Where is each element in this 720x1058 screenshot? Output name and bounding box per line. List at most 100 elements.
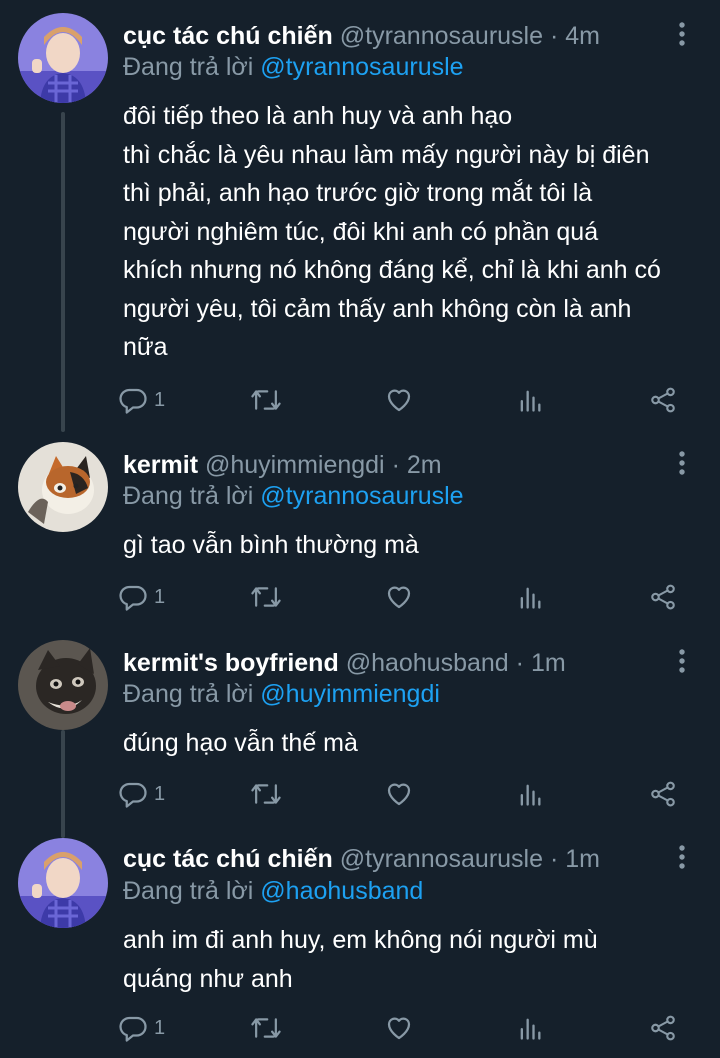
mention-link[interactable]: @tyrannosaurusle	[260, 53, 463, 81]
tweet-header: kermit @huyimmiengdi · 2m	[123, 449, 442, 481]
like-button[interactable]	[384, 774, 414, 814]
replying-to: Đang trả lời @tyrannosaurusle	[123, 51, 464, 83]
reply-button[interactable]: 1	[118, 577, 165, 617]
like-button[interactable]	[384, 577, 414, 617]
tweet[interactable]: cục tác chú chiến @tyrannosaurusle · 4m …	[0, 0, 720, 432]
reply-thread: cục tác chú chiến @tyrannosaurusle · 4m …	[0, 0, 720, 1058]
share-icon	[651, 1015, 675, 1041]
analytics-button[interactable]	[516, 577, 544, 617]
display-name[interactable]: kermit	[123, 451, 198, 479]
reply-icon	[119, 782, 147, 808]
analytics-icon	[520, 390, 541, 412]
more-icon	[679, 451, 685, 475]
share-icon	[651, 387, 675, 413]
avatar[interactable]	[18, 640, 108, 730]
tweet-text-line: anh im đi anh huy, em không nói người mù	[123, 926, 598, 954]
share-icon	[651, 781, 675, 807]
timestamp[interactable]: 1m	[565, 845, 600, 873]
tweet-text-line: người yêu, tôi cảm thấy anh không còn là…	[123, 294, 632, 323]
more-button[interactable]	[664, 839, 700, 875]
retweet-icon	[251, 784, 281, 804]
reply-button[interactable]: 1	[118, 380, 165, 420]
replying-to: Đang trả lời @tyrannosaurusle	[123, 480, 464, 512]
replying-to-label: Đang trả lời	[123, 680, 254, 708]
tweet-text-line: gì tao vẫn bình thường mà	[123, 531, 419, 559]
tweet-actions: 1	[118, 774, 698, 814]
more-icon	[679, 649, 685, 673]
tweet-text-line: thì phải, anh hạo trước giờ trong mắt tô…	[123, 179, 593, 207]
reply-count: 1	[154, 782, 166, 805]
timestamp[interactable]: 1m	[531, 649, 566, 677]
retweet-button[interactable]	[250, 380, 282, 420]
reply-icon	[119, 388, 147, 414]
avatar[interactable]	[18, 13, 108, 103]
like-icon	[387, 586, 411, 609]
reply-count: 1	[154, 388, 166, 411]
tweet-text-line: đôi tiếp theo là anh huy và anh hạo	[123, 102, 513, 130]
retweet-button[interactable]	[250, 577, 282, 617]
retweet-icon	[251, 390, 281, 410]
share-button[interactable]	[648, 577, 678, 617]
user-handle[interactable]: @tyrannosaurusle	[340, 22, 543, 50]
like-icon	[387, 1017, 411, 1040]
share-button[interactable]	[648, 774, 678, 814]
retweet-button[interactable]	[250, 774, 282, 814]
display-name[interactable]: cục tác chú chiến	[123, 22, 333, 50]
replying-to-label: Đang trả lời	[123, 482, 254, 510]
tweet-header: kermit's boyfriend @haohusband · 1m	[123, 647, 566, 679]
tweet-text: gì tao vẫn bình thường mà	[123, 526, 683, 565]
retweet-button[interactable]	[250, 1008, 282, 1048]
analytics-button[interactable]	[516, 774, 544, 814]
mention-link[interactable]: @haohusband	[260, 877, 423, 905]
analytics-icon	[520, 1018, 541, 1040]
tweet-text-line: nữa	[123, 333, 168, 361]
display-name[interactable]: cục tác chú chiến	[123, 845, 333, 873]
replying-to-label: Đang trả lời	[123, 877, 254, 905]
separator-dot: ·	[515, 649, 524, 677]
tweet-text: đúng hạo vẫn thế mà	[123, 724, 683, 763]
like-icon	[387, 783, 411, 806]
tweet-text-line: quáng như anh	[123, 964, 293, 993]
mention-link[interactable]: @tyrannosaurusle	[260, 482, 463, 510]
separator-dot: ·	[549, 845, 559, 873]
avatar-image	[18, 640, 108, 730]
reply-button[interactable]: 1	[118, 1008, 165, 1048]
user-handle[interactable]: @huyimmiengdi	[205, 451, 385, 479]
replying-to: Đang trả lời @haohusband	[123, 875, 423, 907]
like-icon	[387, 389, 411, 412]
tweet-text: anh im đi anh huy, em không nói người mù…	[123, 921, 683, 998]
user-handle[interactable]: @haohusband	[346, 649, 509, 677]
tweet[interactable]: kermit's boyfriend @haohusband · 1m Đang…	[0, 630, 720, 828]
tweet-text-line: người nghiêm túc, đôi khi anh có phần qu…	[123, 217, 599, 246]
analytics-button[interactable]	[516, 380, 544, 420]
tweet[interactable]: kermit @huyimmiengdi · 2m Đang trả lời @…	[0, 432, 720, 630]
more-button[interactable]	[664, 643, 700, 679]
like-button[interactable]	[384, 380, 414, 420]
reply-icon	[119, 585, 147, 611]
replying-to: Đang trả lời @huyimmiengdi	[123, 678, 440, 710]
avatar[interactable]	[18, 442, 108, 532]
retweet-icon	[251, 587, 281, 607]
like-button[interactable]	[384, 1008, 414, 1048]
more-button[interactable]	[664, 445, 700, 481]
tweet-header: cục tác chú chiến @tyrannosaurusle · 4m	[123, 20, 600, 52]
reply-button[interactable]: 1	[118, 774, 165, 814]
analytics-icon	[520, 784, 541, 806]
display-name[interactable]: kermit's boyfriend	[123, 649, 339, 677]
tweet[interactable]: cục tác chú chiến @tyrannosaurusle · 1m …	[0, 828, 720, 1058]
timestamp[interactable]: 2m	[407, 451, 442, 479]
analytics-icon	[520, 587, 541, 609]
timestamp[interactable]: 4m	[565, 22, 600, 50]
more-button[interactable]	[664, 16, 700, 52]
tweet-actions: 1	[118, 577, 698, 617]
tweet-text-line: thì chắc là yêu nhau làm mấy người này b…	[123, 140, 650, 169]
mention-link[interactable]: @huyimmiengdi	[260, 680, 440, 708]
user-handle[interactable]: @tyrannosaurusle	[340, 845, 543, 873]
tweet-text: đôi tiếp theo là anh huy và anh hạo thì …	[123, 97, 683, 367]
avatar[interactable]	[18, 838, 108, 928]
more-icon	[679, 845, 685, 869]
analytics-button[interactable]	[516, 1008, 544, 1048]
share-button[interactable]	[648, 380, 678, 420]
share-button[interactable]	[648, 1008, 678, 1048]
reply-icon	[119, 1016, 147, 1042]
